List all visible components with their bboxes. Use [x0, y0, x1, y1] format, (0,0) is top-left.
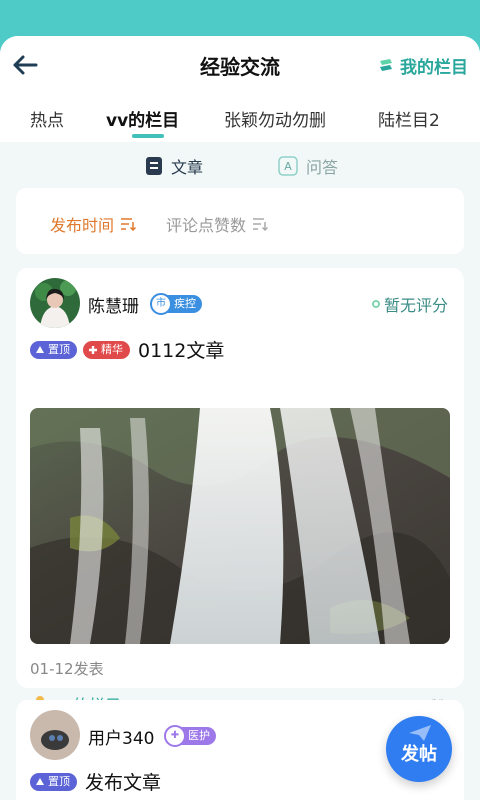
subtab-qa-label: 问答 — [306, 158, 339, 177]
column-tabs: 热点 vv的栏目 张颖勿动勿删 陆栏目2 — [0, 94, 480, 142]
document-icon — [146, 157, 162, 175]
sort-bar: 发布时间 评论点赞数 — [16, 188, 464, 254]
featured-label: 精华 — [101, 342, 123, 356]
my-column-button[interactable]: 我的栏目 — [378, 53, 468, 78]
role-badge: ✚ 医护 — [164, 725, 216, 747]
medical-badge-icon: ✚ — [164, 725, 186, 747]
post-card[interactable]: 陈慧珊 市 疾控 暂无评分 置顶 精华 0112文章 01-12发表 — [16, 268, 464, 717]
role-badge-label: 医护 — [188, 729, 210, 742]
pin-icon — [36, 777, 44, 785]
subtab-qa[interactable]: A 问答 — [278, 154, 338, 178]
active-tab-indicator — [132, 134, 164, 138]
city-badge-icon: 市 — [150, 293, 172, 315]
tab-vv-column[interactable]: vv的栏目 — [106, 106, 179, 131]
create-post-button[interactable]: 发帖 — [386, 716, 452, 782]
content-type-tabs: 文章 A 问答 — [0, 144, 480, 188]
tab-zhangying[interactable]: 张颖勿动勿删 — [224, 106, 326, 131]
pinned-label: 置顶 — [48, 774, 70, 788]
create-post-label: 发帖 — [401, 744, 437, 765]
plus-icon — [89, 345, 97, 354]
book-icon — [380, 58, 392, 71]
status-bar-area — [0, 0, 480, 40]
subtab-article[interactable]: 文章 — [145, 154, 203, 178]
post-title-row: 置顶 发布文章 — [30, 768, 161, 795]
author-name[interactable]: 用户340 — [88, 724, 154, 749]
role-badge: 市 疾控 — [150, 293, 202, 315]
post-title[interactable]: 0112文章 — [138, 336, 224, 363]
post-image-waterfall[interactable] — [30, 408, 450, 644]
score-dot-icon — [371, 300, 380, 308]
svg-text:A: A — [284, 160, 292, 173]
sort-icon — [253, 218, 269, 231]
pin-icon — [36, 345, 44, 353]
featured-badge: 精华 — [83, 340, 130, 359]
pinned-label: 置顶 — [48, 342, 70, 356]
sort-by-comment-like[interactable]: 评论点赞数 — [166, 212, 269, 236]
score-status: 暂无评分 — [371, 292, 448, 316]
avatar[interactable] — [30, 278, 80, 328]
post-title-row: 置顶 精华 0112文章 — [30, 336, 224, 363]
sort-comment-like-label: 评论点赞数 — [166, 216, 247, 235]
post-title[interactable]: 发布文章 — [85, 768, 161, 795]
header: 经验交流 我的栏目 — [0, 36, 480, 94]
role-badge-label: 疾控 — [174, 297, 196, 310]
pinned-badge: 置顶 — [30, 340, 77, 359]
qa-icon: A — [278, 156, 298, 176]
subtab-article-label: 文章 — [171, 158, 204, 177]
publish-date: 01-12发表 — [30, 660, 104, 678]
sort-icon — [121, 218, 137, 231]
pinned-badge: 置顶 — [30, 772, 77, 791]
score-label: 暂无评分 — [383, 296, 448, 315]
tab-hot[interactable]: 热点 — [30, 106, 64, 131]
sort-by-publish-time[interactable]: 发布时间 — [50, 212, 137, 236]
avatar[interactable] — [30, 710, 80, 760]
my-column-label: 我的栏目 — [400, 58, 468, 78]
author-name[interactable]: 陈慧珊 — [88, 292, 139, 317]
tab-lu-column2[interactable]: 陆栏目2 — [378, 106, 440, 131]
sort-publish-time-label: 发布时间 — [50, 216, 115, 235]
main-sheet: 经验交流 我的栏目 热点 vv的栏目 张颖勿动勿删 陆栏目2 文章 A 问答 发… — [0, 36, 480, 800]
